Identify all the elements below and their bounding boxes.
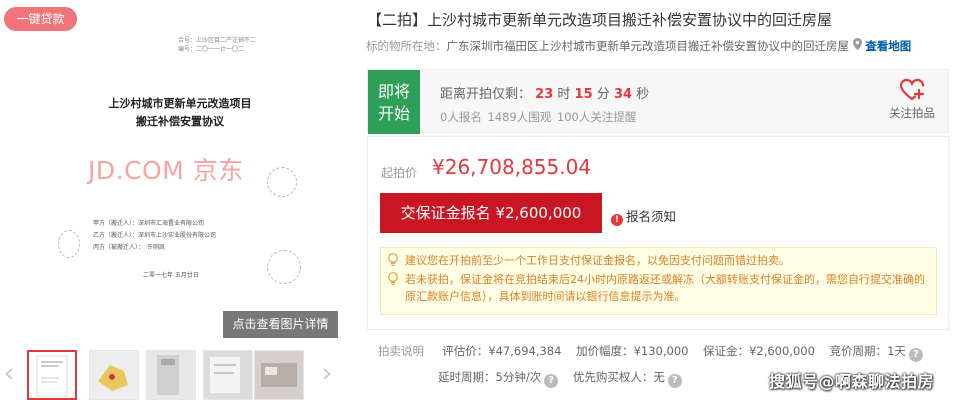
countdown: 距离开拍仅剩： 23 时 15 分 34 秒 — [440, 83, 649, 102]
lightbulb-icon — [388, 272, 398, 285]
view-image-details-button[interactable]: 点击查看图片详情 — [223, 311, 338, 338]
bidding-cycle-label: 竞价周期： — [829, 344, 888, 358]
increment-label: 加价幅度： — [576, 344, 634, 358]
countdown-minutes: 15 — [574, 87, 593, 102]
party-line: 乙方（搬迁人）：深圳市上沙实业股份有限公司 — [93, 232, 217, 239]
document-title-line: 搬迁补偿安置协议 — [136, 115, 224, 128]
auction-rules-row-2: 延时周期：5分钟/次? 优先购买权人：无? — [438, 369, 682, 388]
registration-notice-link[interactable]: ! 报名须知 — [611, 206, 676, 226]
tip-text: 若未获拍，保证金将在竞拍结束后24小时内原路返还或解冻（大额转账支付保证金的，需… — [405, 273, 925, 303]
appraisal-value: ¥47,694,384 — [488, 344, 562, 358]
thumbnail[interactable] — [27, 350, 77, 400]
countdown-seconds: 34 — [613, 87, 633, 102]
photo-thumbnail-icon — [204, 351, 252, 399]
thumbnail[interactable] — [203, 350, 253, 400]
deposit-value: ¥2,600,000 — [749, 344, 815, 358]
thumbnail[interactable] — [146, 350, 196, 400]
thumbnail-strip: ‹ › — [0, 347, 345, 400]
countdown-label: 距离开拍仅剩： — [440, 87, 532, 102]
delay-value: 5分钟/次 — [495, 370, 542, 384]
heart-plus-icon — [899, 78, 925, 101]
start-price-label: 起拍价 — [381, 166, 418, 180]
item-location: 标的物所在地：广东深圳市福田区上沙村城市更新单元改造项目搬迁补偿安置协议中的回迁… — [366, 38, 911, 54]
tip-item: 若未获拍，保证金将在竞拍结束后24小时内原路返还或解冻（大额转账支付保证金的，需… — [387, 271, 930, 305]
document-parties: 甲方（搬迁人）：深圳市汇海置业有限公司 乙方（搬迁人）：深圳市上沙实业股份有限公… — [93, 218, 216, 254]
priority-buyer-label: 优先购买权人： — [572, 370, 654, 384]
main-image[interactable]: 一键贷款 合号：上沙区目二产注销不二 编号：二〇一一计一〇二 上沙村城市更新单元… — [0, 0, 345, 340]
countdown-unit: 时 — [557, 87, 571, 102]
location-value: 广东深圳市福田区上沙村城市更新单元改造项目搬迁补偿安置协议中的回迁房屋 — [446, 39, 850, 53]
seal-stamp — [267, 250, 301, 284]
rules-section-label: 拍卖说明 — [378, 344, 424, 358]
tip-item: 建议您在开拍前至少一个工作日支付保证金报名，以免因支付问题而错过拍卖。 — [387, 252, 930, 269]
auction-status-panel: 即将 开始 距离开拍仅剩： 23 时 15 分 34 秒 0人报名 1489人围… — [367, 69, 949, 134]
auction-stats: 0人报名 1489人围观 100人关注提醒 — [440, 110, 637, 124]
countdown-unit: 秒 — [636, 87, 650, 102]
source-watermark: 搜狐号@啊森聊法拍房 — [768, 372, 934, 391]
increment-value: ¥130,000 — [633, 344, 689, 358]
status-badge-line: 开始 — [377, 104, 410, 123]
countdown-unit: 分 — [596, 87, 610, 102]
registration-notice-label: 报名须知 — [626, 209, 677, 224]
tips-box: 建议您在开拍前至少一个工作日支付保证金报名，以免因支付问题而错过拍卖。 若未获拍… — [380, 247, 937, 315]
pay-deposit-register-button[interactable]: 交保证金报名 ¥2,600,000 — [380, 193, 602, 233]
map-pin-icon — [852, 38, 862, 50]
favorite-button[interactable]: 关注拍品 — [884, 78, 940, 121]
image-gallery: 一键贷款 合号：上沙区目二产注销不二 编号：二〇一一计一〇二 上沙村城市更新单元… — [0, 0, 345, 400]
start-price-value: ¥26,708,855.04 — [432, 155, 592, 179]
document-title-line: 上沙村城市更新单元改造项目 — [108, 97, 252, 110]
location-label: 标的物所在地： — [366, 39, 447, 53]
priority-buyer-value: 无 — [653, 370, 665, 384]
document-header-line: 编号：二〇一一计一〇二 — [178, 46, 245, 53]
price-panel: 起拍价 ¥26,708,855.04 交保证金报名 ¥2,600,000 ! 报名… — [367, 136, 949, 330]
map-thumbnail-icon — [90, 351, 138, 399]
deposit-label: 保证金： — [703, 344, 750, 358]
bidding-cycle-value: 1天 — [887, 344, 906, 358]
help-icon[interactable]: ? — [544, 374, 559, 388]
document-header-line: 合号：上沙区目二产注销不二 — [178, 37, 257, 44]
document-thumbnail-icon — [36, 355, 68, 397]
favorite-label: 关注拍品 — [889, 106, 935, 120]
alert-icon: ! — [611, 214, 623, 226]
item-title: 【二拍】上沙村城市更新单元改造项目搬迁补偿安置协议中的回迁房屋 — [367, 11, 833, 29]
lightbulb-icon — [388, 253, 398, 266]
document-date: 二零一七年 五月廿日 — [143, 272, 199, 279]
next-arrow-icon[interactable]: › — [318, 359, 336, 387]
loan-button[interactable]: 一键贷款 — [4, 7, 77, 31]
jd-watermark-logo: JD.COM 京东 — [88, 156, 244, 185]
countdown-hours: 23 — [535, 87, 554, 102]
status-badge-line: 即将 — [377, 82, 410, 101]
photo-thumbnail-icon — [255, 351, 303, 399]
appraisal-label: 评估价： — [442, 344, 489, 358]
photo-thumbnail-icon — [147, 351, 195, 399]
party-line: 甲方（搬迁人）：深圳市汇海置业有限公司 — [93, 220, 205, 227]
prev-arrow-icon[interactable]: ‹ — [0, 359, 18, 387]
document-header: 合号：上沙区目二产注销不二 编号：二〇一一计一〇二 — [178, 36, 256, 54]
delay-label: 延时周期： — [438, 370, 496, 384]
status-badge: 即将 开始 — [368, 70, 420, 134]
party-line: 丙方（被搬迁人）： 许刚凯 — [93, 244, 166, 251]
document-title: 上沙村城市更新单元改造项目 搬迁补偿安置协议 — [100, 95, 260, 131]
seal-stamp — [58, 230, 80, 258]
thumbnail[interactable] — [254, 350, 304, 400]
tip-text: 建议您在开拍前至少一个工作日支付保证金报名，以免因支付问题而错过拍卖。 — [405, 254, 790, 267]
thumbnail[interactable] — [89, 350, 139, 400]
help-icon[interactable]: ? — [908, 348, 923, 362]
view-map-link[interactable]: 查看地图 — [865, 39, 911, 53]
help-icon[interactable]: ? — [667, 374, 682, 388]
auction-rules-row-1: 拍卖说明 评估价：¥47,694,384 加价幅度：¥130,000 保证金：¥… — [378, 343, 923, 362]
seal-stamp — [267, 167, 297, 197]
